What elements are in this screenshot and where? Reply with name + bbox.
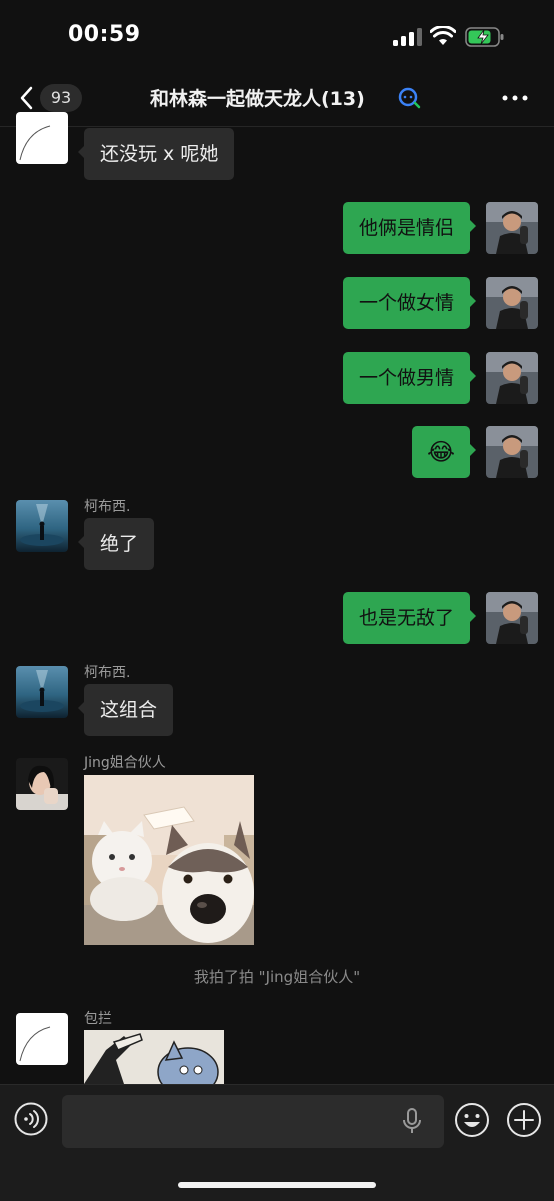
status-bar: 00:59 — [0, 0, 554, 70]
avatar[interactable] — [16, 112, 68, 164]
chat-title[interactable]: 和林森一起做天龙人(13) — [150, 84, 365, 111]
my-avatar[interactable] — [486, 277, 538, 329]
chat-header: 93 和林森一起做天龙人(13) — [0, 70, 554, 127]
sender-name: 柯布西. — [84, 499, 131, 515]
my-avatar[interactable] — [486, 202, 538, 254]
system-message: 我拍了拍 "Jing姐合伙人" — [193, 968, 361, 986]
ai-search-icon[interactable] — [398, 87, 422, 109]
avatar[interactable] — [16, 666, 68, 718]
message-bubble[interactable]: 一个做女情 — [342, 277, 477, 329]
plus-icon[interactable] — [506, 1102, 542, 1138]
my-avatar[interactable] — [486, 352, 538, 404]
more-dots-icon[interactable] — [500, 88, 534, 108]
avatar[interactable] — [16, 758, 68, 810]
my-avatar[interactable] — [486, 426, 538, 478]
message-input[interactable] — [62, 1095, 444, 1148]
avatar[interactable] — [16, 1013, 68, 1065]
cartoon-sticker[interactable] — [84, 1030, 224, 1084]
avatar[interactable] — [16, 500, 68, 552]
voice-icon[interactable] — [14, 1102, 48, 1136]
wifi-icon — [429, 25, 457, 46]
mic-icon[interactable] — [400, 1107, 424, 1135]
cat-and-husky-photo[interactable] — [84, 775, 254, 945]
message-bubble[interactable]: 这组合 — [77, 684, 174, 736]
message-bubble[interactable]: 一个做男情 — [342, 352, 477, 404]
signal-icon — [393, 28, 423, 46]
status-time: 00:59 — [68, 22, 141, 47]
my-avatar[interactable] — [486, 592, 538, 644]
sender-name: 包拦 — [84, 1011, 112, 1027]
sender-name: Jing姐合伙人 — [84, 755, 166, 771]
sender-name: 柯布西. — [84, 665, 131, 681]
unread-badge[interactable]: 93 — [40, 84, 82, 112]
emoji-message-bubble[interactable]: 😂 — [412, 426, 476, 478]
message-bubble[interactable]: 绝了 — [77, 518, 155, 570]
message-bubble[interactable]: 他俩是情侣 — [342, 202, 477, 254]
laughing-emoji-icon: 😂 — [426, 438, 456, 466]
chevron-left-icon[interactable] — [16, 84, 38, 112]
battery-icon — [465, 26, 505, 48]
emoji-icon[interactable] — [454, 1102, 490, 1138]
message-bubble[interactable]: 也是无敌了 — [342, 592, 477, 644]
home-indicator[interactable] — [178, 1182, 376, 1188]
message-bubble[interactable]: 还没玩 x 呢她 — [77, 128, 235, 180]
